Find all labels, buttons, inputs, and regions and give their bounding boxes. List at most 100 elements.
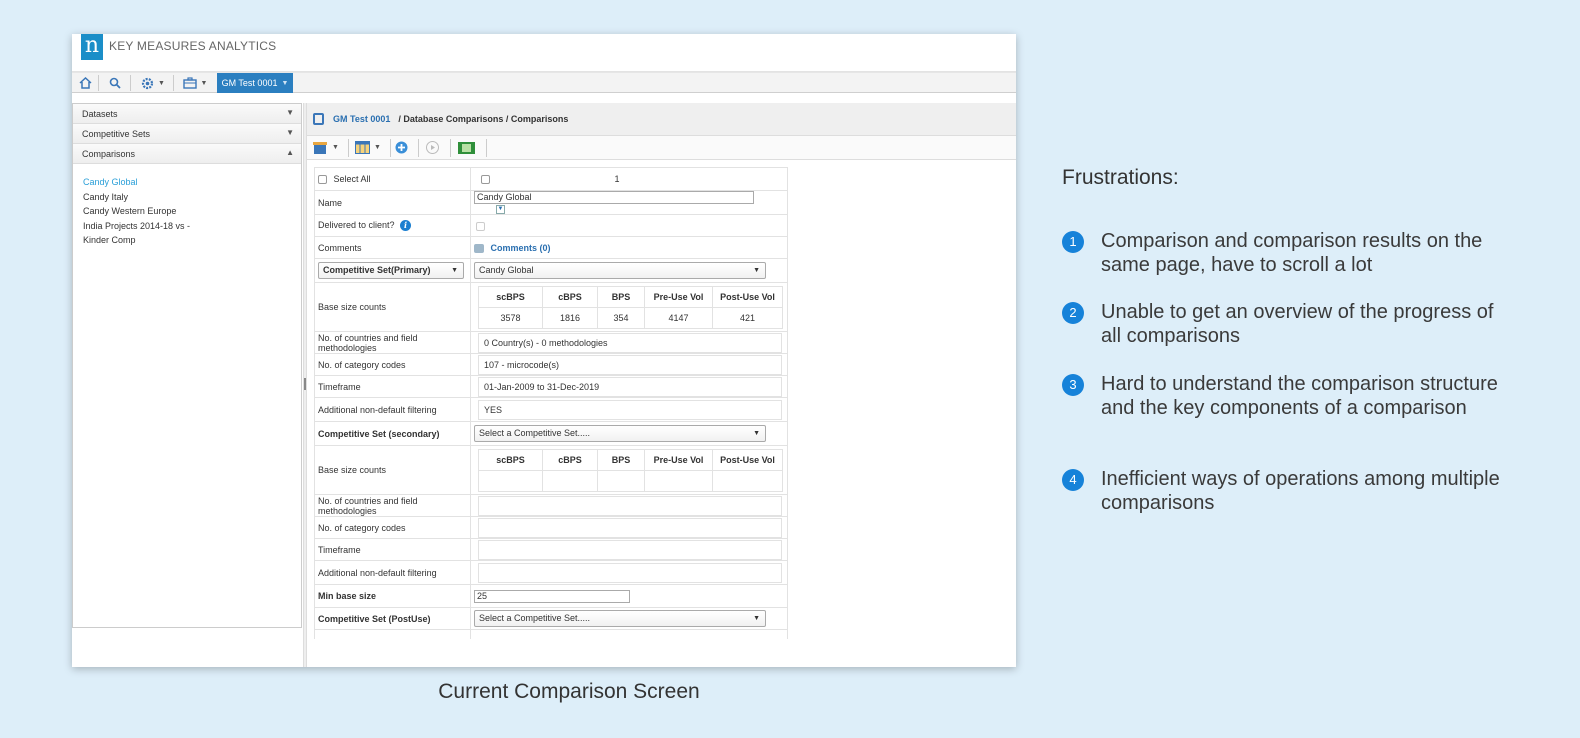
number-badge: 2 bbox=[1062, 302, 1084, 324]
base-size-label: Base size counts bbox=[314, 282, 471, 333]
primary-set-type-select[interactable]: Competitive Set(Primary) ▼ bbox=[318, 262, 464, 280]
countries-label: No. of countries and field methodologies bbox=[314, 494, 471, 518]
countries-value: 0 Country(s) - 0 methodologies bbox=[478, 332, 782, 353]
base-size-table-secondary: scBPS cBPS BPS Pre-Use Vol Post-Use Vol bbox=[478, 448, 783, 492]
select-all-label: Select All bbox=[333, 173, 371, 184]
table-cell bbox=[597, 469, 645, 492]
splitter-grip[interactable] bbox=[304, 378, 306, 390]
filtering-value-empty bbox=[478, 562, 782, 583]
clear-menu-button[interactable]: ▼ bbox=[312, 139, 339, 156]
frustration-item: 4 Inefficient ways of operations among m… bbox=[1062, 467, 1502, 517]
table-cell: 4147 bbox=[644, 306, 713, 329]
list-item[interactable]: Candy Western Europe bbox=[83, 204, 301, 219]
countries-value-empty bbox=[478, 495, 782, 516]
columns-menu-button[interactable]: ▼ bbox=[355, 139, 381, 156]
column-select-checkbox[interactable] bbox=[481, 175, 490, 185]
frustration-item: 1 Comparison and comparison results on t… bbox=[1062, 229, 1502, 279]
table-header: Pre-Use Vol bbox=[644, 448, 713, 471]
table-header: BPS bbox=[597, 448, 645, 471]
list-item[interactable]: Candy Italy bbox=[83, 190, 301, 205]
settings-menu-button[interactable]: ▼ bbox=[138, 74, 168, 92]
select-all-cell: Select All bbox=[314, 167, 471, 191]
table-cell: 421 bbox=[712, 306, 783, 329]
table-header: Post-Use Vol bbox=[712, 285, 783, 308]
filtering-value: YES bbox=[478, 399, 782, 420]
app-window: n KEY MEASURES ANALYTICS ▼ ▼ GM Test 000… bbox=[72, 34, 1016, 667]
comment-icon bbox=[474, 243, 484, 253]
primary-set-value: Candy Global bbox=[479, 265, 534, 276]
plus-circle-icon bbox=[395, 141, 408, 154]
search-icon[interactable] bbox=[106, 74, 124, 92]
comparison-toolbar: ▼ ▼ bbox=[307, 136, 1016, 160]
list-item[interactable]: India Projects 2014-18 vs - bbox=[83, 219, 301, 234]
table-header: Pre-Use Vol bbox=[644, 285, 713, 308]
info-icon[interactable]: i bbox=[400, 220, 412, 232]
category-label: No. of category codes bbox=[314, 353, 471, 377]
sidebar-section-comparisons[interactable]: Comparisons ▲ bbox=[73, 144, 301, 164]
filtering-label: Additional non-default filtering bbox=[314, 397, 471, 423]
chevron-down-icon: ▼ bbox=[451, 267, 458, 275]
category-value-empty bbox=[478, 517, 782, 538]
primary-set-type-value: Competitive Set(Primary) bbox=[323, 265, 431, 276]
number-badge: 3 bbox=[1062, 374, 1084, 396]
secondary-set-label: Competitive Set (secondary) bbox=[314, 421, 471, 447]
comments-label: Comments bbox=[314, 236, 471, 260]
tab-gm-test-label: GM Test 0001 bbox=[221, 78, 278, 88]
comments-link[interactable]: Comments (0) bbox=[491, 243, 551, 253]
secondary-set-placeholder: Select a Competitive Set..... bbox=[479, 428, 591, 439]
gear-icon bbox=[141, 77, 154, 89]
timeframe-value: 01-Jan-2009 to 31-Dec-2019 bbox=[478, 376, 782, 397]
number-badge: 1 bbox=[1062, 231, 1084, 253]
postuse-set-placeholder: Select a Competitive Set..... bbox=[479, 613, 591, 624]
breadcrumb-project-link[interactable]: GM Test 0001 bbox=[333, 114, 390, 124]
breadcrumb: GM Test 0001 / Database Comparisons / Co… bbox=[307, 103, 1016, 136]
briefcase-icon bbox=[182, 77, 197, 89]
chevron-down-icon: ▼ bbox=[286, 108, 294, 117]
secondary-set-select[interactable]: Select a Competitive Set..... ▼ bbox=[474, 425, 766, 443]
tab-gm-test[interactable]: GM Test 0001 ▼ bbox=[217, 73, 293, 93]
run-comparison-button[interactable] bbox=[426, 139, 439, 156]
timeframe-value-empty bbox=[478, 539, 782, 560]
frustration-item: 3 Hard to understand the comparison stru… bbox=[1062, 372, 1502, 446]
list-item[interactable]: Candy Global bbox=[83, 175, 301, 190]
postuse-set-label: Competitive Set (PostUse) bbox=[314, 607, 471, 631]
brand-name: KEY MEASURES ANALYTICS bbox=[109, 39, 277, 53]
table-header: Post-Use Vol bbox=[712, 448, 783, 471]
export-excel-button[interactable] bbox=[458, 139, 475, 156]
select-all-checkbox[interactable] bbox=[318, 175, 327, 185]
table-cell: 354 bbox=[597, 306, 645, 329]
table-header: cBPS bbox=[542, 285, 598, 308]
postuse-set-select[interactable]: Select a Competitive Set..... ▼ bbox=[474, 610, 766, 628]
min-base-field[interactable]: 25 bbox=[474, 589, 630, 603]
primary-set-select[interactable]: Candy Global ▼ bbox=[474, 262, 766, 280]
table-header: cBPS bbox=[542, 448, 598, 471]
nav-bar: ▼ ▼ GM Test 0001 ▼ bbox=[72, 72, 1016, 93]
column-header-cell: 1 bbox=[470, 167, 788, 191]
chevron-down-icon: ▼ bbox=[753, 430, 760, 438]
sidebar-section-datasets[interactable]: Datasets ▼ bbox=[73, 104, 301, 124]
add-comparison-button[interactable] bbox=[395, 139, 408, 156]
comparison-list: Candy Global Candy Italy Candy Western E… bbox=[73, 164, 301, 248]
sidebar-section-label: Datasets bbox=[82, 108, 118, 119]
sidebar-section-competitive-sets[interactable]: Competitive Sets ▼ bbox=[73, 124, 301, 144]
frustration-text: Unable to get an overview of the progres… bbox=[1101, 301, 1494, 347]
lock-icon bbox=[313, 113, 324, 125]
sidebar: Datasets ▼ Competitive Sets ▼ Comparison… bbox=[72, 103, 302, 628]
name-label: Name bbox=[314, 189, 471, 216]
eraser-icon bbox=[313, 142, 327, 154]
home-icon[interactable] bbox=[76, 74, 94, 92]
chevron-down-icon: ▼ bbox=[753, 267, 760, 275]
delivered-checkbox[interactable] bbox=[476, 221, 485, 231]
table-header: scBPS bbox=[478, 285, 543, 308]
timeframe-label: Timeframe bbox=[314, 375, 471, 399]
toolbox-menu-button[interactable]: ▼ bbox=[180, 74, 210, 92]
frustrations-title: Frustrations: bbox=[1062, 166, 1179, 189]
list-item[interactable]: Kinder Comp bbox=[83, 233, 301, 248]
chevron-down-icon: ▼ bbox=[286, 128, 294, 137]
category-label: No. of category codes bbox=[314, 516, 471, 540]
min-base-label: Min base size bbox=[314, 584, 471, 609]
name-field[interactable]: Candy Global bbox=[474, 191, 754, 204]
table-header: scBPS bbox=[478, 448, 543, 471]
chevron-down-icon[interactable]: ▼ bbox=[496, 205, 505, 215]
chevron-down-icon: ▼ bbox=[753, 615, 760, 623]
